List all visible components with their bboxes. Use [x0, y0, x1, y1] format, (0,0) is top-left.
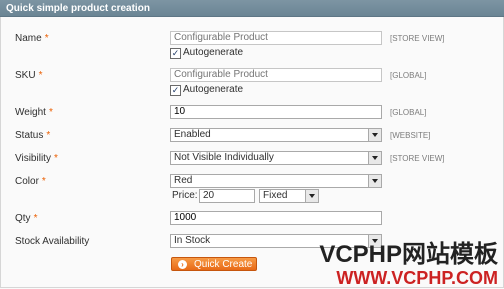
sku-input[interactable] [170, 68, 382, 82]
arrow-right-icon: › [178, 260, 187, 269]
weight-label: Weight * [15, 107, 53, 118]
status-label: Status * [15, 130, 51, 141]
panel-title: Quick simple product creation [6, 3, 150, 14]
price-type-select[interactable]: Fixed [259, 189, 319, 203]
name-input[interactable] [170, 31, 382, 45]
chevron-down-icon[interactable] [368, 175, 381, 187]
weight-scope: [GLOBAL] [390, 108, 427, 117]
sku-scope: [GLOBAL] [390, 71, 427, 80]
price-label: Price: [172, 190, 198, 201]
name-autogenerate[interactable]: ✓ Autogenerate [170, 47, 243, 59]
name-label: Name * [15, 33, 49, 44]
name-scope: [STORE VIEW] [390, 34, 445, 43]
quick-create-button[interactable]: › Quick Create [171, 257, 257, 271]
watermark-line1: VCPHP网站模板 [319, 241, 498, 268]
chevron-down-icon[interactable] [305, 190, 318, 202]
checkbox-checked-icon[interactable]: ✓ [170, 48, 181, 59]
color-label: Color * [15, 176, 46, 187]
watermark: VCPHP网站模板 WWW.VCPHP.COM [319, 241, 498, 288]
visibility-label: Visibility * [15, 153, 58, 164]
visibility-scope: [STORE VIEW] [390, 154, 445, 163]
qty-label: Qty * [15, 213, 38, 224]
weight-input[interactable] [170, 105, 382, 119]
panel-header: Quick simple product creation [0, 0, 504, 17]
sku-autogenerate[interactable]: ✓ Autogenerate [170, 84, 243, 96]
status-select[interactable]: Enabled [170, 128, 382, 142]
chevron-down-icon[interactable] [368, 152, 381, 164]
color-select[interactable]: Red [170, 174, 382, 188]
qty-input[interactable] [170, 211, 382, 225]
checkbox-checked-icon[interactable]: ✓ [170, 85, 181, 96]
status-scope: [WEBSITE] [390, 131, 431, 140]
chevron-down-icon[interactable] [368, 129, 381, 141]
price-input[interactable]: 20 [199, 189, 255, 203]
watermark-line2: WWW.VCPHP.COM [336, 268, 498, 288]
visibility-select[interactable]: Not Visible Individually [170, 151, 382, 165]
sku-label: SKU * [15, 70, 43, 81]
stock-label: Stock Availability [15, 236, 90, 247]
